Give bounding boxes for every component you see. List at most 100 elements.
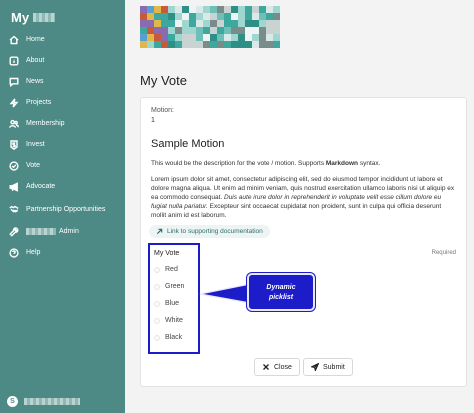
submit-button[interactable]: Submit <box>303 358 353 376</box>
logo-pixel <box>161 20 168 27</box>
sidebar-item-admin[interactable]: Admin <box>0 221 125 242</box>
motion-body: Lorem ipsum dolor sit amet, consectetur … <box>151 175 455 220</box>
logo-pixel <box>147 20 154 27</box>
logo-pixel <box>252 13 259 20</box>
logo-pixel <box>182 20 189 27</box>
logo-pixel <box>245 13 252 20</box>
logo-pixel <box>168 41 175 48</box>
logo-pixel <box>175 6 182 13</box>
supporting-docs-link[interactable]: Link to supporting documentation <box>149 225 270 238</box>
sidebar-item-label: Help <box>26 249 41 256</box>
user-name-blurred <box>24 398 80 405</box>
close-button[interactable]: Close <box>254 358 300 376</box>
logo-pixel <box>238 20 245 27</box>
sidebar-item-home[interactable]: Home <box>0 29 125 50</box>
radio-button[interactable] <box>154 300 160 307</box>
description-text: This would be the description for the vo… <box>151 160 326 167</box>
sidebar: My Home About News Projects Membership I… <box>0 0 125 413</box>
vote-option-white[interactable]: White <box>154 317 183 324</box>
sidebar-item-partnership[interactable]: Partnership Opportunities <box>0 197 125 221</box>
logo-pixel <box>161 34 168 41</box>
logo-pixel <box>259 27 266 34</box>
sidebar-item-membership[interactable]: Membership <box>0 113 125 134</box>
logo-pixel <box>252 20 259 27</box>
check-circle-icon <box>9 160 19 171</box>
user-profile[interactable]: S <box>7 396 80 407</box>
sidebar-nav: Home About News Projects Membership Inve… <box>0 29 125 263</box>
logo-pixel <box>259 13 266 20</box>
radio-button[interactable] <box>154 283 160 290</box>
info-icon <box>9 56 19 66</box>
logo-pixel <box>231 27 238 34</box>
logo-pixel <box>217 41 224 48</box>
logo-pixel <box>238 27 245 34</box>
dollar-icon <box>9 139 19 150</box>
brand-title[interactable]: My <box>11 10 56 25</box>
logo-pixel <box>203 6 210 13</box>
logo-pixel <box>210 6 217 13</box>
logo-pixel <box>154 6 161 13</box>
vote-option-red[interactable]: Red <box>154 266 178 273</box>
help-icon <box>9 247 19 258</box>
logo-pixel <box>231 41 238 48</box>
vote-option-green[interactable]: Green <box>154 283 184 290</box>
motion-label: Motion: <box>151 107 174 114</box>
sidebar-item-help[interactable]: Help <box>0 242 125 263</box>
logo-pixel <box>217 13 224 20</box>
avatar: S <box>7 396 18 407</box>
logo-pixel <box>217 20 224 27</box>
page-title: My Vote <box>140 73 187 88</box>
radio-button[interactable] <box>154 317 160 324</box>
arrow-up-right-icon <box>156 228 163 235</box>
logo-pixel <box>196 20 203 27</box>
logo-pixel <box>175 41 182 48</box>
logo-pixel <box>147 13 154 20</box>
sidebar-item-invest[interactable]: Invest <box>0 134 125 155</box>
logo-pixel <box>231 13 238 20</box>
logo-pixel <box>217 6 224 13</box>
logo-pixel <box>168 34 175 41</box>
sidebar-item-about[interactable]: About <box>0 50 125 71</box>
logo-pixel <box>168 6 175 13</box>
option-label: White <box>165 317 183 324</box>
motion-number: 1 <box>151 117 155 124</box>
radio-button[interactable] <box>154 334 160 341</box>
sidebar-item-label: Vote <box>26 162 41 169</box>
logo-pixel <box>266 20 273 27</box>
sidebar-item-vote[interactable]: Vote <box>0 155 125 176</box>
vote-title: My Vote <box>154 250 180 257</box>
logo-pixel <box>196 41 203 48</box>
news-icon <box>9 77 19 87</box>
logo-pixel <box>273 27 280 34</box>
sidebar-item-advocate[interactable]: Advocate <box>0 176 125 197</box>
logo-pixel <box>182 34 189 41</box>
logo-pixel <box>203 41 210 48</box>
logo-pixel <box>273 41 280 48</box>
logo-pixel <box>210 34 217 41</box>
handshake-icon <box>9 204 19 214</box>
logo-pixel <box>252 6 259 13</box>
logo-pixel <box>147 6 154 13</box>
logo-pixel <box>161 27 168 34</box>
logo-pixel <box>266 6 273 13</box>
send-icon <box>311 363 319 371</box>
logo-pixel <box>161 6 168 13</box>
logo-pixel <box>140 13 147 20</box>
logo-pixel <box>252 34 259 41</box>
radio-button[interactable] <box>154 266 160 273</box>
logo-pixel <box>189 20 196 27</box>
logo-pixel <box>140 20 147 27</box>
logo-pixel <box>182 41 189 48</box>
sidebar-item-label: Partnership Opportunities <box>26 205 106 213</box>
logo-pixel <box>154 13 161 20</box>
sidebar-item-projects[interactable]: Projects <box>0 92 125 113</box>
logo-pixel <box>203 13 210 20</box>
logo-pixel <box>189 34 196 41</box>
callout-pointer <box>199 283 251 304</box>
vote-option-black[interactable]: Black <box>154 334 182 341</box>
home-icon <box>9 35 19 45</box>
sidebar-item-news[interactable]: News <box>0 71 125 92</box>
vote-option-blue[interactable]: Blue <box>154 300 179 307</box>
logo-pixel <box>196 13 203 20</box>
logo-pixel <box>196 27 203 34</box>
